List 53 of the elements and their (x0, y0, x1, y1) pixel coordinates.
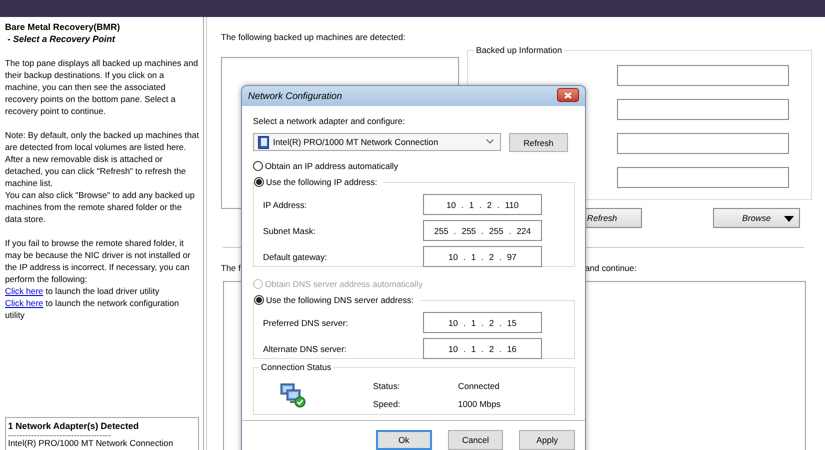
ip-address-field[interactable]: 10 . 1 . 2 . 15 (423, 312, 542, 333)
help-subtitle: - Select a Recovery Point (6, 33, 116, 45)
radio-option[interactable]: Use the following DNS server address: (254, 292, 414, 308)
adapter-count: 1 Network Adapter(s) Detected (8, 421, 140, 432)
info-field[interactable] (617, 133, 789, 154)
dialog-button[interactable]: Ok (376, 430, 432, 450)
dialog-title: Network Configuration (248, 90, 342, 102)
refresh-button[interactable]: Refresh (509, 133, 568, 152)
help-link-line: Click here to launch the load driver utility (5, 285, 160, 297)
prompt-label: Select a network adapter and configure: (253, 115, 406, 128)
field-label: IP Address: (263, 200, 307, 210)
machines-label: The following backed up machines are detected: (221, 31, 406, 44)
recovery-label: and continue: (585, 262, 637, 275)
help-title: Bare Metal Recovery(BMR) (5, 21, 122, 33)
close-icon (564, 92, 572, 98)
group-title: Backed up Information (474, 44, 564, 57)
browse-button[interactable]: Browse (713, 208, 800, 228)
dialog-button[interactable]: Apply (519, 430, 575, 450)
recovery-label: The f (221, 262, 242, 275)
info-field[interactable] (617, 99, 789, 120)
help-text: Note: By default, only the backed up machines that are detected from local volumes are listed here. After a new removable disk is attached or detached, you can click "Refresh" to refresh the machine list. (5, 129, 200, 189)
adapter-name: Intel(R) PRO/1000 MT Network Connection (8, 438, 174, 449)
link[interactable]: Click here (5, 286, 44, 296)
radio-option[interactable]: Use the following IP address: (254, 174, 378, 190)
close-button[interactable] (557, 88, 579, 102)
field-label: Default gateway: (263, 252, 328, 262)
help-link-line: Click here to launch the network configuration utility (5, 297, 180, 321)
info-field[interactable] (617, 167, 789, 188)
status-value: Connected (458, 380, 501, 393)
adapter-dropdown[interactable]: Intel(R) PRO/1000 MT Network Connection (253, 133, 501, 151)
field-label: Preferred DNS server: (263, 318, 348, 328)
ip-address-field[interactable]: 10 . 1 . 2 . 97 (423, 246, 542, 267)
dialog-button[interactable]: Cancel (448, 430, 504, 450)
ip-address-field[interactable]: 10 . 1 . 2 . 16 (423, 338, 542, 359)
info-field[interactable] (617, 65, 789, 86)
network-computers-icon (280, 382, 306, 408)
chevron-down-icon (486, 139, 494, 144)
caret-icon (784, 216, 794, 222)
link[interactable]: Click here (5, 298, 44, 308)
ip-address-field[interactable]: 10 . 1 . 2 . 110 (423, 194, 542, 215)
status-label: Status: (373, 380, 401, 393)
dropdown-value: Intel(R) PRO/1000 MT Network Connection (273, 137, 438, 147)
dashed-separator: ------------------------------------ (8, 432, 112, 438)
network-card-icon (258, 136, 269, 148)
help-text: If you fail to browse the remote shared folder, it may be because the NIC driver is not installed or the IP address is incorrect. If necessary, you can perform the following: (5, 237, 192, 285)
radio-option[interactable]: Obtain an IP address automatically (253, 158, 575, 174)
status-label: Speed: (373, 398, 402, 411)
field-label: Alternate DNS server: (263, 344, 347, 354)
help-text: The top pane displays all backed up machines and their backup destinations. If you click on a machine, you can then see the associated recovery points on the bottom pane. Select a recovery point to continue. (5, 57, 200, 117)
ip-address-field[interactable]: 255 . 255 . 255 . 224 (423, 220, 542, 241)
field-label: Subnet Mask: (263, 226, 316, 236)
help-text: You can also click "Browse" to add any backed up machines from the remote shared folder or the data store. (5, 189, 196, 225)
status-value: 1000 Mbps (458, 398, 501, 411)
